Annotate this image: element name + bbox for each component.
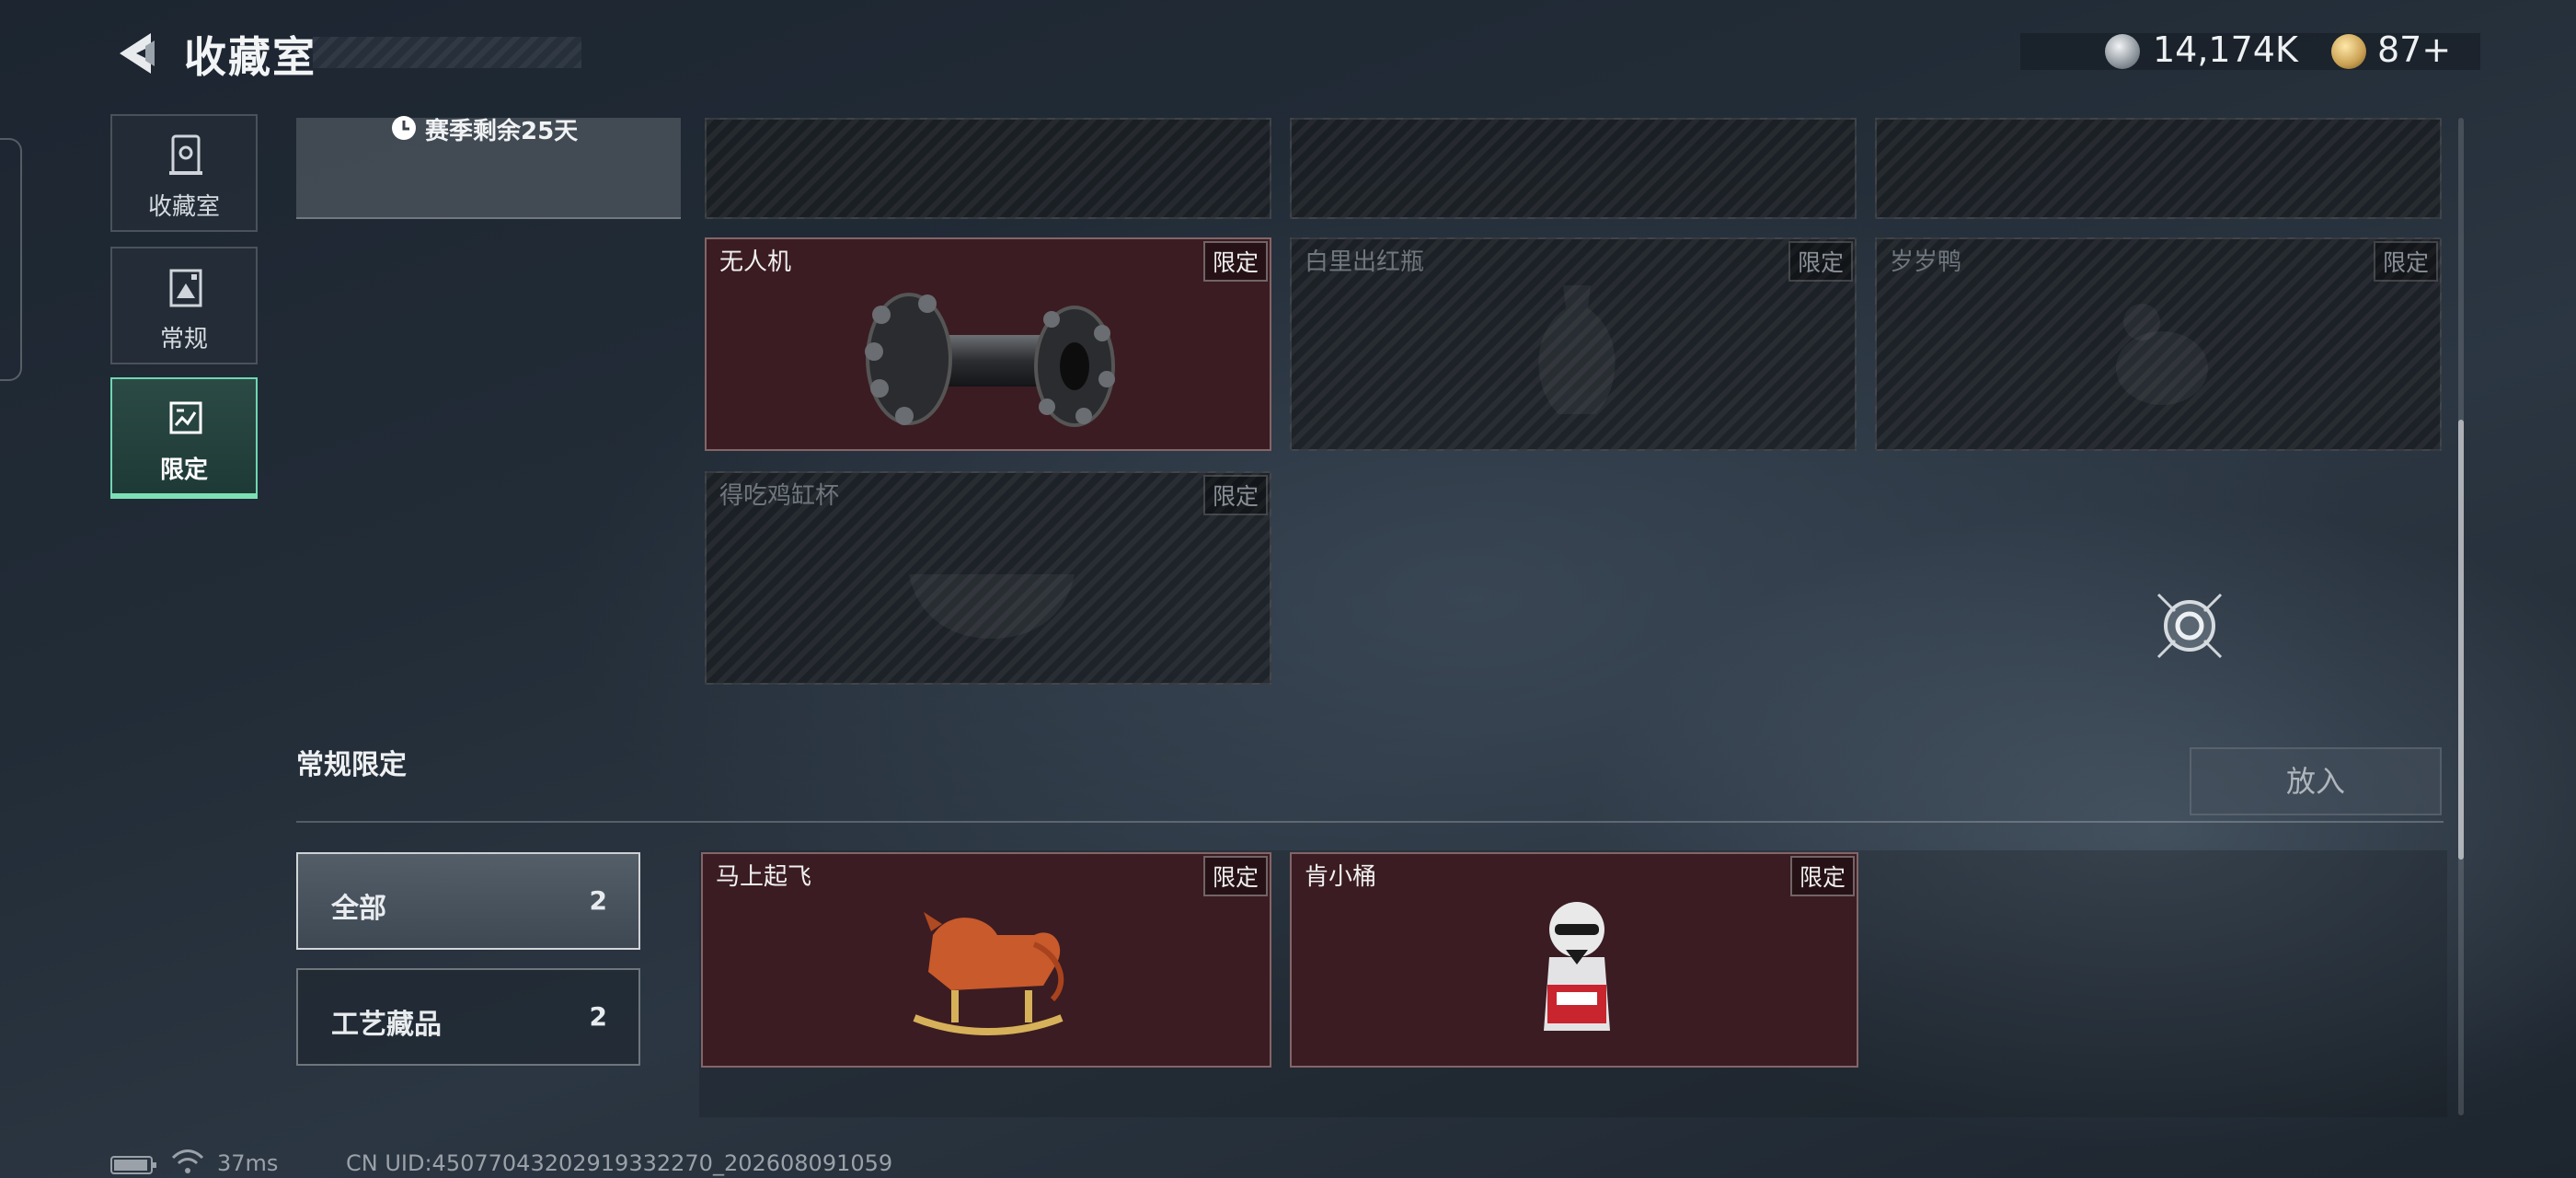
item-name: 肯小桶 — [1305, 863, 1377, 891]
place-button[interactable]: 放入 — [2190, 747, 2442, 815]
limited-badge: 限定 — [1202, 475, 1268, 515]
uid-text: CN UID:4507704320291933227​0_20260809105… — [346, 1150, 893, 1176]
colonel-figure-image — [1544, 902, 1610, 1031]
battery-icon — [110, 1156, 156, 1174]
limited-badge: 限定 — [1789, 856, 1855, 896]
gold-currency-amount: 87+ — [2377, 29, 2452, 70]
title-decoration — [313, 37, 581, 68]
limited-icon — [169, 401, 202, 434]
target-icon[interactable] — [2153, 589, 2226, 663]
limited-badge: 限定 — [1788, 241, 1853, 282]
nav-tab-limited[interactable]: 限定 — [110, 377, 258, 499]
page-title: 收藏室 — [184, 32, 316, 82]
item-name: 得吃鸡缸杯 — [719, 482, 840, 510]
collection-slot[interactable] — [1875, 118, 2442, 219]
limited-badge: 限定 — [1202, 856, 1268, 896]
nav-tab-collection-room[interactable]: 收藏室 — [110, 114, 258, 232]
nav-label: 收藏室 — [147, 193, 220, 221]
silver-coin-icon — [2105, 34, 2140, 69]
filter-craft-collectibles[interactable]: 工艺藏品 2 — [296, 968, 640, 1066]
ping-text: 37ms — [217, 1150, 279, 1176]
filter-label: 全部 — [331, 893, 386, 925]
collection-item-duck[interactable]: 岁岁鸭 限定 — [1875, 237, 2442, 451]
collection-slot[interactable] — [1290, 118, 1857, 219]
side-drawer-handle[interactable] — [0, 138, 22, 381]
drone-item-image — [865, 293, 1115, 427]
limited-badge: 限定 — [1202, 241, 1268, 282]
collection-item-chicken-cup[interactable]: 得吃鸡缸杯 限定 — [705, 471, 1271, 685]
back-arrow-icon — [120, 33, 155, 74]
collection-item-drone[interactable]: 无人机 限定 — [705, 237, 1271, 451]
nav-label: 常规 — [159, 326, 208, 353]
collection-room-icon — [169, 134, 202, 175]
item-name: 无人机 — [719, 248, 792, 276]
active-tab-indicator — [110, 493, 258, 499]
nav-tab-regular[interactable]: 常规 — [110, 247, 258, 364]
regular-icon — [169, 269, 202, 307]
collection-item-kfc-bucket[interactable]: 肯小桶 限定 — [1290, 852, 1858, 1068]
nav-label: 限定 — [159, 456, 208, 484]
limited-badge: 限定 — [2373, 241, 2438, 282]
clock-icon — [392, 116, 416, 140]
item-name: 马上起飞 — [716, 863, 812, 891]
collection-item-red-vase[interactable]: 白里出红瓶 限定 — [1290, 237, 1857, 451]
filter-count: 2 — [589, 885, 607, 916]
vase-silhouette-image — [1538, 285, 1616, 414]
section-divider — [296, 821, 2444, 823]
scrollbar-thumb[interactable] — [2458, 420, 2464, 860]
cup-silhouette-image — [909, 574, 1075, 639]
collection-slot[interactable] — [705, 118, 1271, 219]
section-title: 常规限定 — [296, 749, 407, 781]
collection-item-take-off[interactable]: 马上起飞 限定 — [701, 852, 1271, 1068]
gold-token-icon — [2331, 34, 2366, 69]
item-name: 岁岁鸭 — [1890, 248, 1962, 276]
filter-label: 工艺藏品 — [331, 1009, 442, 1041]
duck-silhouette-image — [2116, 304, 2208, 405]
horse-rocker-image — [913, 912, 1064, 1035]
wifi-icon — [171, 1149, 204, 1173]
filter-count: 2 — [589, 1001, 607, 1032]
silver-currency-amount: 14,174K — [2153, 29, 2298, 70]
item-name: 白里出红瓶 — [1305, 248, 1425, 276]
back-button[interactable] — [109, 28, 160, 79]
filter-all[interactable]: 全部 2 — [296, 852, 640, 950]
season-remaining-text: 赛季剩余25天 — [425, 118, 579, 145]
